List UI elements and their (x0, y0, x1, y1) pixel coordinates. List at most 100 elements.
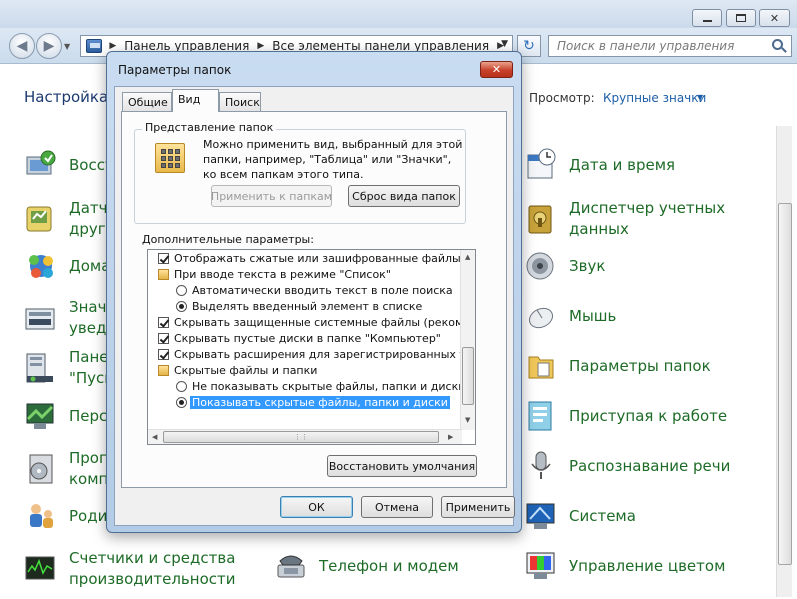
cp-item-taskbar[interactable]: Пане "Пуск (24, 347, 113, 389)
cp-item-label: Параметры папок (569, 356, 711, 375)
reset-folders-button[interactable]: Сброс вида папок (348, 185, 460, 207)
arrow-left-icon: ◀ (16, 38, 28, 54)
credential-icon (524, 202, 558, 236)
tree-item-checkbox[interactable]: Отображать сжатые или зашифрованные файл… (158, 250, 476, 266)
cp-item-system[interactable]: Система (524, 499, 636, 533)
folder-icon (158, 364, 169, 376)
search-icon[interactable] (772, 39, 783, 50)
microphone-icon (524, 449, 558, 483)
arrow-right-icon: ▶ (43, 38, 55, 54)
tree-item-label: Скрывать расширения для зарегистрированн… (174, 347, 475, 361)
backup-icon (24, 148, 58, 182)
tree-item-checkbox[interactable]: Скрывать пустые диски в папке "Компьютер… (158, 330, 441, 346)
tree-item-label: Не показывать скрытые файлы, папки и дис… (192, 379, 466, 393)
scrollbar-thumb[interactable] (778, 203, 792, 565)
cp-item-programs[interactable]: Прогр комп (24, 448, 116, 490)
cp-item-backup[interactable]: Восст (24, 148, 114, 182)
search-input[interactable]: Поиск в панели управления (548, 35, 792, 57)
cp-item-notification-icons[interactable]: Значі уведо (24, 297, 116, 339)
parental-icon (24, 499, 58, 533)
tree-item-radio[interactable]: Автоматически вводить текст в поле поиск… (176, 282, 453, 298)
tree-item-group: При вводе текста в режиме "Список" (158, 266, 391, 282)
cp-item-sound[interactable]: Звук (524, 249, 605, 283)
tree-horizontal-scrollbar[interactable]: ◀ ⋮⋮ ▶ (148, 429, 462, 444)
phone-modem-icon (274, 549, 308, 583)
cp-item-mouse[interactable]: Мышь (524, 299, 616, 333)
view-by-label: Просмотр: (529, 91, 595, 105)
homegroup-icon (24, 249, 58, 283)
cp-item-homegroup[interactable]: Дома (24, 249, 110, 283)
view-by-dropdown[interactable]: Крупные значки (603, 91, 706, 105)
cancel-button[interactable]: Отмена (361, 496, 433, 518)
checkbox[interactable] (158, 316, 169, 328)
apply-to-folders-button[interactable]: Применить к папкам (211, 185, 332, 207)
checkbox[interactable] (158, 348, 169, 360)
folder-options-icon (524, 349, 558, 383)
scroll-up-icon[interactable]: ▲ (465, 253, 470, 261)
address-dropdown-icon[interactable]: ▼ (501, 39, 508, 49)
system-icon (524, 499, 558, 533)
cp-item-sensors[interactable]: Датч други (24, 198, 115, 240)
back-button[interactable]: ◀ (9, 33, 35, 59)
apply-button[interactable]: Применить (441, 496, 515, 518)
tab-general[interactable]: Общие (122, 92, 172, 111)
restore-defaults-button[interactable]: Восстановить умолчания (327, 455, 477, 477)
cp-item-date-time[interactable]: Дата и время (524, 148, 675, 182)
cp-item-label: Мышь (569, 306, 617, 325)
close-icon: ✕ (491, 63, 502, 76)
cp-item-label: Управление цветом (569, 556, 726, 575)
tree-item-label: Отображать сжатые или зашифрованные файл… (174, 251, 476, 265)
cp-item-personalization[interactable]: Персо (24, 399, 116, 433)
checkbox[interactable] (158, 252, 169, 264)
cp-item-color-management[interactable]: Управление цветом (524, 549, 725, 583)
scroll-down-icon[interactable]: ▼ (465, 416, 470, 424)
scroll-left-icon[interactable]: ◀ (152, 433, 157, 441)
dialog-close-button[interactable]: ✕ (480, 61, 513, 78)
taskbar-icon (24, 351, 58, 385)
radio-button[interactable] (176, 380, 187, 392)
cp-item-credential-manager[interactable]: Диспетчер учетных данных (524, 198, 725, 240)
scrollbar-thumb[interactable]: ⋮⋮ (163, 431, 439, 443)
tree-item-radio-selected[interactable]: Показывать скрытые файлы, папки и диски (176, 394, 450, 410)
cp-item-getting-started[interactable]: Приступая к работе (524, 399, 727, 433)
cp-item-label: Диспетчер учетных (569, 199, 726, 217)
tree-item-checkbox[interactable]: Скрывать расширения для зарегистрированн… (158, 346, 475, 362)
search-placeholder: Поиск в панели управления (557, 39, 735, 53)
cp-item-label: Телефон и модем (319, 556, 459, 575)
recent-pages-dropdown-icon[interactable]: ▼ (64, 42, 70, 51)
cp-item-phone-modem[interactable]: Телефон и модем (274, 549, 459, 583)
radio-button[interactable] (176, 396, 187, 408)
tree-item-checkbox[interactable]: Скрывать защищенные системные файлы (рек… (158, 314, 475, 330)
radio-button[interactable] (176, 284, 187, 296)
chevron-down-icon[interactable]: ▼ (697, 93, 703, 102)
programs-icon (24, 452, 58, 486)
cp-item-performance[interactable]: Счетчики и средства производительности (24, 548, 235, 590)
maximize-button[interactable] (726, 9, 756, 27)
tree-item-radio[interactable]: Выделять введенный элемент в списке (176, 298, 422, 314)
cp-item-label: Счетчики и средства (69, 549, 236, 567)
minimize-button[interactable] (692, 9, 722, 27)
advanced-settings-tree[interactable]: Отображать сжатые или зашифрованные файл… (147, 249, 476, 445)
vertical-scrollbar[interactable] (776, 126, 792, 597)
folder-view-description: Можно применить вид, выбранный для этой … (203, 138, 463, 181)
tree-item-label: Скрывать пустые диски в папке "Компьютер… (174, 331, 441, 345)
window-close-button[interactable]: ✕ (759, 9, 790, 27)
scrollbar-thumb[interactable] (462, 347, 474, 405)
cp-item-label: Роди (69, 506, 108, 525)
cp-item-parental-controls[interactable]: Роди (24, 499, 107, 533)
tab-search[interactable]: Поиск (219, 92, 261, 111)
breadcrumb-separator-icon[interactable]: ▶ (109, 41, 116, 51)
cp-item-folder-options[interactable]: Параметры папок (524, 349, 711, 383)
cp-item-speech-recognition[interactable]: Распознавание речи (524, 449, 730, 483)
ok-button[interactable]: ОК (280, 496, 353, 518)
breadcrumb-separator-icon[interactable]: ▶ (257, 41, 264, 51)
scroll-right-icon[interactable]: ▶ (448, 433, 453, 441)
checkbox[interactable] (158, 332, 169, 344)
forward-button[interactable]: ▶ (36, 33, 62, 59)
tree-item-radio[interactable]: Не показывать скрытые файлы, папки и дис… (176, 378, 465, 394)
calendar-icon (524, 148, 558, 182)
radio-button[interactable] (176, 300, 187, 312)
cp-item-label: Приступая к работе (569, 406, 728, 425)
tab-view[interactable]: Вид (172, 89, 219, 112)
tree-vertical-scrollbar[interactable]: ▲ ▼ (460, 250, 475, 430)
